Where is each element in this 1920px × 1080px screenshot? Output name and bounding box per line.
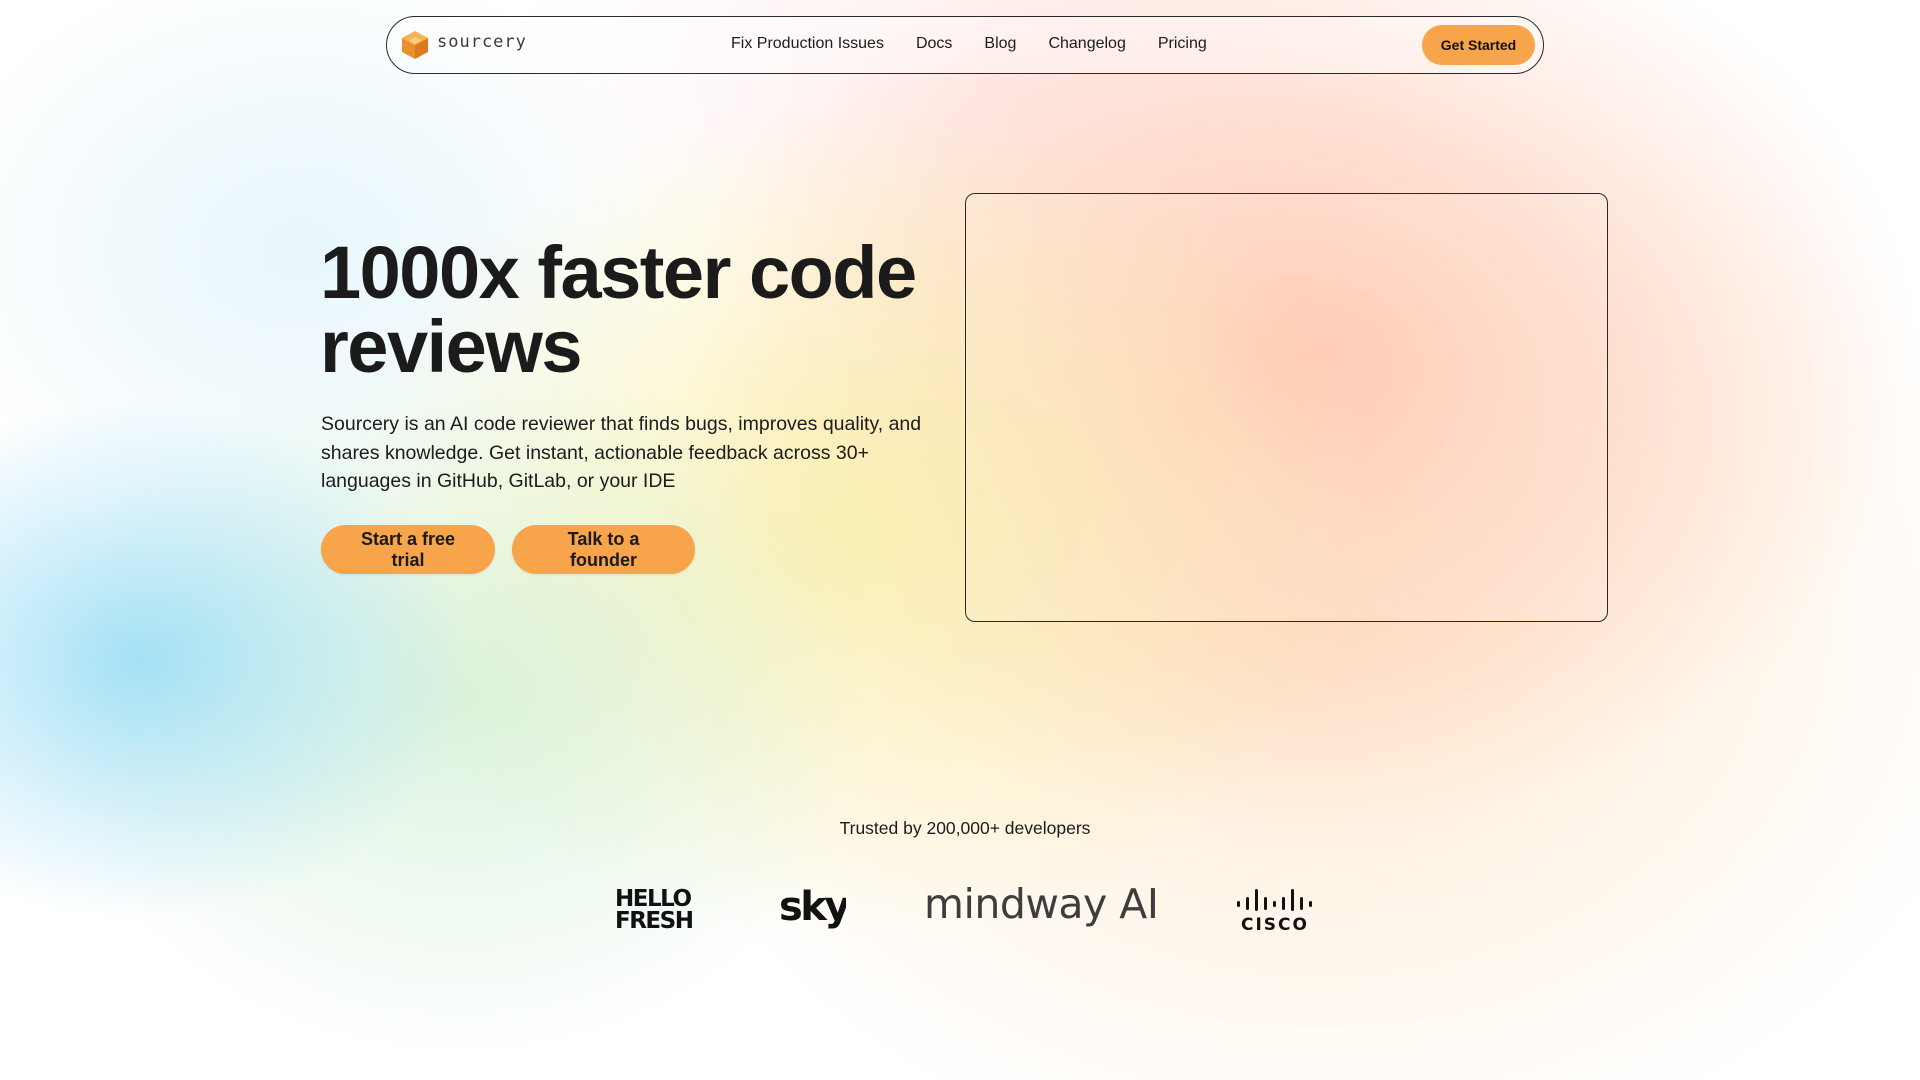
svg-text:FRESH: FRESH	[615, 908, 693, 930]
hero-title-line-1: 1000x faster code	[320, 231, 917, 314]
get-started-button[interactable]: Get Started	[1422, 25, 1535, 65]
nav-links: Fix Production Issues Docs Blog Changelo…	[731, 35, 1207, 53]
nav-link-blog[interactable]: Blog	[984, 35, 1016, 53]
hero-media-frame	[965, 193, 1608, 622]
trusted-by-text: Trusted by 200,000+ developers	[839, 818, 1091, 838]
top-navbar: sourcery Fix Production Issues Docs Blog…	[386, 16, 1544, 74]
hellofresh-logo: HELLO FRESH	[615, 886, 694, 930]
sourcery-cube-icon	[402, 31, 428, 59]
svg-text:mindway AI: mindway AI	[924, 880, 1158, 928]
hero-actions: Start a free trial Talk to a founder	[321, 525, 695, 574]
svg-text:sky: sky	[779, 886, 846, 930]
talk-to-founder-button[interactable]: Talk to a founder	[512, 525, 695, 574]
sky-logo: sky	[779, 886, 846, 930]
nav-link-docs[interactable]: Docs	[916, 35, 952, 53]
mindway-ai-logo: mindway AI	[924, 880, 1159, 928]
cisco-logo: CISCO	[1237, 889, 1312, 932]
nav-link-pricing[interactable]: Pricing	[1158, 35, 1207, 53]
nav-link-changelog[interactable]: Changelog	[1048, 35, 1125, 53]
hero-description: Sourcery is an AI code reviewer that fin…	[321, 413, 922, 492]
hero-title: 1000x faster code reviews	[320, 236, 960, 384]
brand-home-link[interactable]: sourcery	[399, 29, 527, 61]
nav-link-fix-production-issues[interactable]: Fix Production Issues	[731, 35, 884, 53]
svg-text:CISCO: CISCO	[1241, 915, 1309, 932]
start-free-trial-button[interactable]: Start a free trial	[321, 525, 495, 574]
hero-title-line-2: reviews	[320, 305, 583, 388]
brand-name: sourcery	[437, 32, 527, 52]
